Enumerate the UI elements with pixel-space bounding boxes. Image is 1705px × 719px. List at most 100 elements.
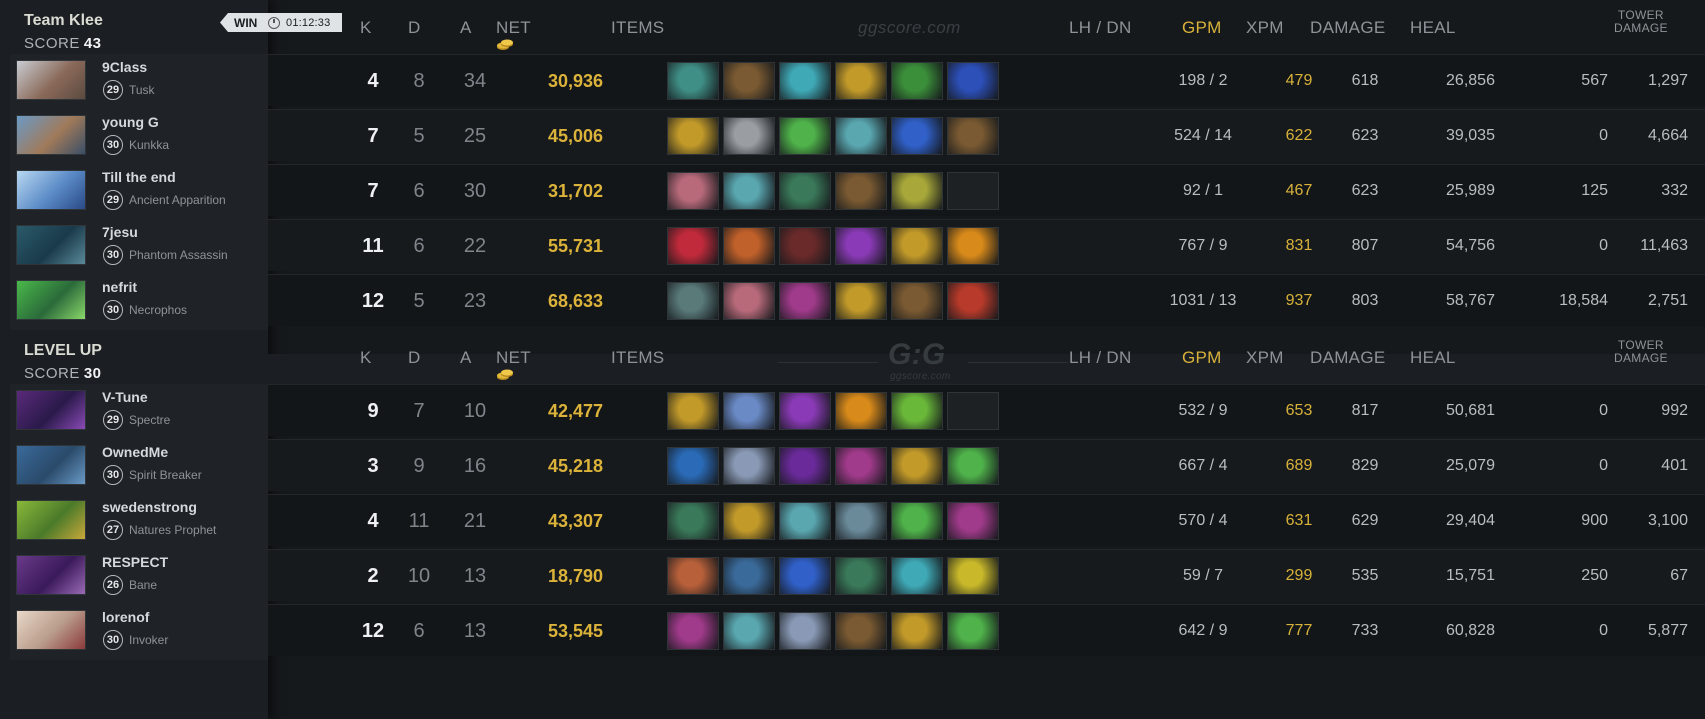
item-icon[interactable] [667, 502, 719, 540]
player-card[interactable]: Till the end 29 Ancient Apparition [10, 164, 268, 220]
hero-portrait[interactable] [16, 555, 86, 595]
item-icon[interactable] [835, 282, 887, 320]
item-icon[interactable] [779, 172, 831, 210]
item-icon[interactable] [667, 447, 719, 485]
item-icon[interactable] [779, 62, 831, 100]
player-card[interactable]: swedenstrong 27 Natures Prophet [10, 494, 268, 550]
header-lh-dn[interactable]: LH / DN [1069, 348, 1132, 368]
header-tower-damage[interactable]: TOWER DAMAGE [1614, 339, 1668, 365]
player-stat-row[interactable]: 2 10 13 18,790 59 / 7 299 535 15,751 250 67 [268, 549, 1705, 601]
hero-portrait[interactable] [16, 60, 86, 100]
header-d[interactable]: D [408, 348, 421, 368]
player-name[interactable]: V-Tune [102, 389, 148, 405]
item-icon[interactable] [779, 557, 831, 595]
item-icon[interactable] [835, 117, 887, 155]
item-icon[interactable] [891, 227, 943, 265]
item-icon[interactable] [723, 117, 775, 155]
header-heal[interactable]: HEAL [1410, 18, 1456, 38]
item-icon[interactable] [723, 612, 775, 650]
item-icon[interactable] [723, 62, 775, 100]
hero-portrait[interactable] [16, 390, 86, 430]
player-stat-row[interactable]: 12 6 13 53,545 642 / 9 777 733 60,828 0 5,877 [268, 604, 1705, 656]
player-stat-row[interactable]: 7 6 30 31,702 92 / 1 467 623 25,989 125 332 [268, 164, 1705, 216]
hero-portrait[interactable] [16, 500, 86, 540]
player-name[interactable]: Till the end [102, 169, 176, 185]
player-card[interactable]: RESPECT 26 Bane [10, 549, 268, 605]
hero-portrait[interactable] [16, 115, 86, 155]
item-icon[interactable] [835, 612, 887, 650]
item-icon[interactable] [723, 227, 775, 265]
player-name[interactable]: 7jesu [102, 224, 138, 240]
item-icon[interactable] [947, 227, 999, 265]
item-icon[interactable] [947, 282, 999, 320]
player-card[interactable]: V-Tune 29 Spectre [10, 384, 268, 440]
player-name[interactable]: nefrit [102, 279, 137, 295]
item-icon[interactable] [835, 227, 887, 265]
item-icon[interactable] [779, 612, 831, 650]
header-damage[interactable]: DAMAGE [1310, 18, 1385, 38]
item-icon[interactable] [947, 117, 999, 155]
item-icon[interactable] [947, 557, 999, 595]
item-icon[interactable] [891, 612, 943, 650]
player-card[interactable]: lorenof 30 Invoker [10, 604, 268, 660]
player-name[interactable]: RESPECT [102, 554, 168, 570]
item-icon[interactable] [835, 392, 887, 430]
item-icon[interactable] [779, 227, 831, 265]
item-icon[interactable] [667, 282, 719, 320]
player-name[interactable]: young G [102, 114, 159, 130]
hero-portrait[interactable] [16, 170, 86, 210]
hero-portrait[interactable] [16, 445, 86, 485]
player-stat-row[interactable]: 4 8 34 30,936 198 / 2 479 618 26,856 567 1,297 [268, 54, 1705, 106]
item-icon[interactable] [723, 172, 775, 210]
item-icon[interactable] [835, 502, 887, 540]
hero-portrait[interactable] [16, 610, 86, 650]
item-icon[interactable] [891, 502, 943, 540]
item-icon[interactable] [667, 227, 719, 265]
header-items[interactable]: ITEMS [611, 348, 664, 368]
item-icon[interactable] [835, 557, 887, 595]
header-net[interactable]: NET [496, 348, 531, 380]
header-k[interactable]: K [360, 18, 372, 38]
player-stat-row[interactable]: 3 9 16 45,218 667 / 4 689 829 25,079 0 401 [268, 439, 1705, 491]
empty-item-slot[interactable] [947, 172, 999, 210]
item-icon[interactable] [667, 392, 719, 430]
header-xpm[interactable]: XPM [1246, 18, 1284, 38]
item-icon[interactable] [723, 502, 775, 540]
item-icon[interactable] [723, 557, 775, 595]
item-icon[interactable] [835, 62, 887, 100]
player-name[interactable]: OwnedMe [102, 444, 168, 460]
item-icon[interactable] [779, 282, 831, 320]
player-stat-row[interactable]: 9 7 10 42,477 532 / 9 653 817 50,681 0 992 [268, 384, 1705, 436]
header-damage[interactable]: DAMAGE [1310, 348, 1385, 368]
header-tower-damage[interactable]: TOWER DAMAGE [1614, 9, 1668, 35]
player-card[interactable]: young G 30 Kunkka [10, 109, 268, 165]
header-xpm[interactable]: XPM [1246, 348, 1284, 368]
item-icon[interactable] [891, 447, 943, 485]
player-stat-row[interactable]: 12 5 23 68,633 1031 / 13 937 803 58,767 18,584 2,… [268, 274, 1705, 326]
item-icon[interactable] [947, 612, 999, 650]
player-name[interactable]: swedenstrong [102, 499, 197, 515]
item-icon[interactable] [667, 62, 719, 100]
item-icon[interactable] [723, 447, 775, 485]
player-stat-row[interactable]: 7 5 25 45,006 524 / 14 622 623 39,035 0 4,664 [268, 109, 1705, 161]
item-icon[interactable] [723, 392, 775, 430]
empty-item-slot[interactable] [947, 392, 999, 430]
item-icon[interactable] [667, 172, 719, 210]
header-a[interactable]: A [460, 348, 472, 368]
header-k[interactable]: K [360, 348, 372, 368]
player-stat-row[interactable]: 4 11 21 43,307 570 / 4 631 629 29,404 900 3,100 [268, 494, 1705, 546]
item-icon[interactable] [891, 62, 943, 100]
header-gpm[interactable]: GPM [1182, 18, 1222, 38]
item-icon[interactable] [779, 447, 831, 485]
header-a[interactable]: A [460, 18, 472, 38]
header-heal[interactable]: HEAL [1410, 348, 1456, 368]
hero-portrait[interactable] [16, 280, 86, 320]
player-name[interactable]: 9Class [102, 59, 147, 75]
item-icon[interactable] [667, 117, 719, 155]
item-icon[interactable] [891, 282, 943, 320]
player-card[interactable]: nefrit 30 Necrophos [10, 274, 268, 330]
player-card[interactable]: OwnedMe 30 Spirit Breaker [10, 439, 268, 495]
header-d[interactable]: D [408, 18, 421, 38]
hero-portrait[interactable] [16, 225, 86, 265]
item-icon[interactable] [835, 447, 887, 485]
